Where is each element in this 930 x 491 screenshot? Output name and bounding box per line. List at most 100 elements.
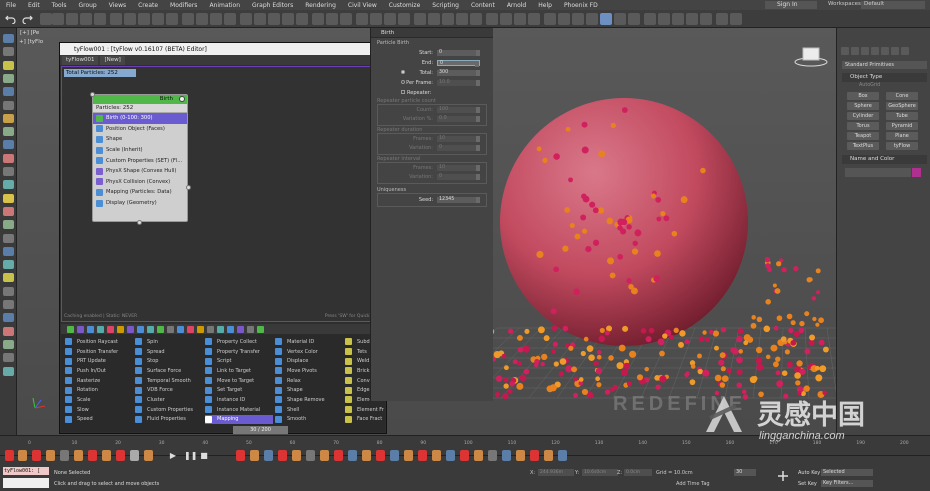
interval-frames-spinner[interactable]: 10 (437, 165, 480, 171)
palette-item-vdb-force[interactable]: VDB Force (135, 385, 203, 395)
toolbar-tool-icon[interactable] (384, 13, 396, 25)
palette-item-relax[interactable]: Relax (275, 376, 343, 386)
palette-item-shell[interactable]: Shell (275, 405, 343, 415)
create-pyramid-button[interactable]: Pyramid (886, 122, 918, 130)
rollout-title[interactable]: Birth (371, 28, 493, 38)
sign-in-button[interactable]: Sign In (765, 1, 817, 9)
operator-row[interactable]: Position Object (Faces) (93, 124, 187, 135)
palette-item-instance-material[interactable]: Instance Material (205, 405, 273, 415)
toolbar-tool-icon[interactable] (672, 13, 684, 25)
command-icon[interactable] (3, 47, 14, 57)
palette-item-speed[interactable]: Speed (65, 415, 133, 425)
palette-item-element-fr[interactable]: Element Fr (345, 405, 413, 415)
palette-category-icon[interactable] (117, 326, 124, 333)
key-tool-icon[interactable] (250, 450, 259, 461)
y-coord-field[interactable]: 10.6s0cm (582, 469, 618, 476)
menu-civil-view[interactable]: Civil View (342, 2, 383, 9)
key-tool-icon[interactable] (460, 450, 469, 461)
key-tool-icon[interactable] (362, 450, 371, 461)
toolbar-tool-icon[interactable] (686, 13, 698, 25)
toolbar-tool-icon[interactable] (398, 13, 410, 25)
toolbar-tool-icon[interactable] (442, 13, 454, 25)
toolbar-tool-icon[interactable] (52, 13, 64, 25)
toolbar-tool-icon[interactable] (66, 13, 78, 25)
palette-item-custom-properties[interactable]: Custom Properties (135, 405, 203, 415)
key-tool-icon[interactable] (432, 450, 441, 461)
palette-category-icon[interactable] (147, 326, 154, 333)
toolbar-tool-icon[interactable] (296, 13, 308, 25)
per-frame-spinner[interactable]: 10.0 (437, 80, 480, 86)
palette-category-icon[interactable] (77, 326, 84, 333)
key-tool-icon[interactable] (446, 450, 455, 461)
palette-category-icon[interactable] (217, 326, 224, 333)
key-tool-icon[interactable] (5, 450, 14, 461)
editor-titlebar[interactable]: tyFlow001 : [tyFlow v0.16107 (BETA) Edit… (60, 43, 482, 55)
toolbar-tool-icon[interactable] (614, 13, 626, 25)
toolbar-tool-icon[interactable] (644, 13, 656, 25)
key-tool-icon[interactable] (390, 450, 399, 461)
object-color-swatch[interactable] (912, 168, 921, 177)
key-tool-icon[interactable] (236, 450, 245, 461)
toolbar-tool-icon[interactable] (486, 13, 498, 25)
toolbar-tool-icon[interactable] (470, 13, 482, 25)
toolbar-tool-icon[interactable] (196, 13, 208, 25)
node-toggle-icon[interactable] (179, 96, 185, 102)
command-panel-tabs[interactable] (841, 47, 927, 57)
time-slider[interactable]: 30 / 200 (233, 426, 288, 434)
object-type-header[interactable]: Object Type (842, 73, 927, 82)
toolbar-tool-icon[interactable] (544, 13, 556, 25)
palette-item-spread[interactable]: Spread (135, 347, 203, 357)
palette-category-icon[interactable] (87, 326, 94, 333)
palette-category-icon[interactable] (197, 326, 204, 333)
menu-animation[interactable]: Animation (203, 2, 246, 9)
operator-row[interactable]: Shape (93, 134, 187, 145)
toolbar-tool-icon[interactable] (514, 13, 526, 25)
key-tool-icon[interactable] (102, 450, 111, 461)
command-icon[interactable] (3, 153, 14, 163)
toolbar-tool-icon[interactable] (370, 13, 382, 25)
palette-item-set-target[interactable]: Set Target (205, 385, 273, 395)
toolbar-tool-icon[interactable] (700, 13, 712, 25)
toolbar-tool-icon[interactable] (80, 13, 92, 25)
tab-new[interactable]: [New] (100, 56, 125, 65)
toolbar-tool-icon[interactable] (268, 13, 280, 25)
count-spinner[interactable]: 100 (437, 107, 480, 113)
toolbar-tool-icon[interactable] (124, 13, 136, 25)
toolbar-tool-icon[interactable] (282, 13, 294, 25)
key-tool-icon[interactable] (74, 450, 83, 461)
toolbar-tool-icon[interactable] (110, 13, 122, 25)
key-tool-icon[interactable] (306, 450, 315, 461)
toolbar-tool-icon[interactable] (730, 13, 742, 25)
command-icon[interactable] (3, 167, 14, 176)
command-icon[interactable] (3, 339, 14, 349)
palette-item-move-to-target[interactable]: Move to Target (205, 376, 273, 386)
key-tool-icon[interactable] (88, 450, 97, 461)
menu-rendering[interactable]: Rendering (299, 2, 342, 9)
flow-canvas[interactable]: Total Particles: 252 Birth Particles: 25… (61, 66, 384, 322)
command-icon[interactable] (3, 140, 14, 150)
palette-item-script[interactable]: Script (205, 356, 273, 366)
name-and-color-header[interactable]: Name and Color (842, 155, 927, 164)
undo-icon[interactable] (5, 14, 16, 24)
key-tool-icon[interactable] (502, 450, 511, 461)
toolbar-tool-icon[interactable] (628, 13, 640, 25)
menu-customize[interactable]: Customize (383, 2, 427, 9)
maxscript-listener[interactable]: tyFlow001: [ (3, 467, 49, 475)
toolbar-tool-icon[interactable] (500, 13, 512, 25)
node-input-port[interactable] (90, 92, 95, 97)
auto-key-button[interactable]: Auto Key (796, 469, 822, 477)
palette-category-icon[interactable] (257, 326, 264, 333)
palette-item-mapping[interactable]: Mapping (205, 414, 273, 425)
create-plane-button[interactable]: Plane (886, 132, 918, 140)
command-icon[interactable] (3, 260, 14, 270)
command-icon[interactable] (3, 220, 14, 230)
create-textplus-button[interactable]: TextPlus (847, 142, 879, 150)
menu-edit[interactable]: Edit (22, 2, 46, 9)
command-icon[interactable] (3, 326, 14, 336)
create-cone-button[interactable]: Cone (886, 92, 918, 100)
autogrid-checkbox[interactable]: AutoGrid (859, 83, 880, 88)
primitives-dropdown[interactable]: Standard Primitives (842, 61, 927, 69)
menu-modifiers[interactable]: Modifiers (164, 2, 203, 9)
command-icon[interactable] (3, 100, 14, 110)
menu-tools[interactable]: Tools (46, 2, 73, 9)
